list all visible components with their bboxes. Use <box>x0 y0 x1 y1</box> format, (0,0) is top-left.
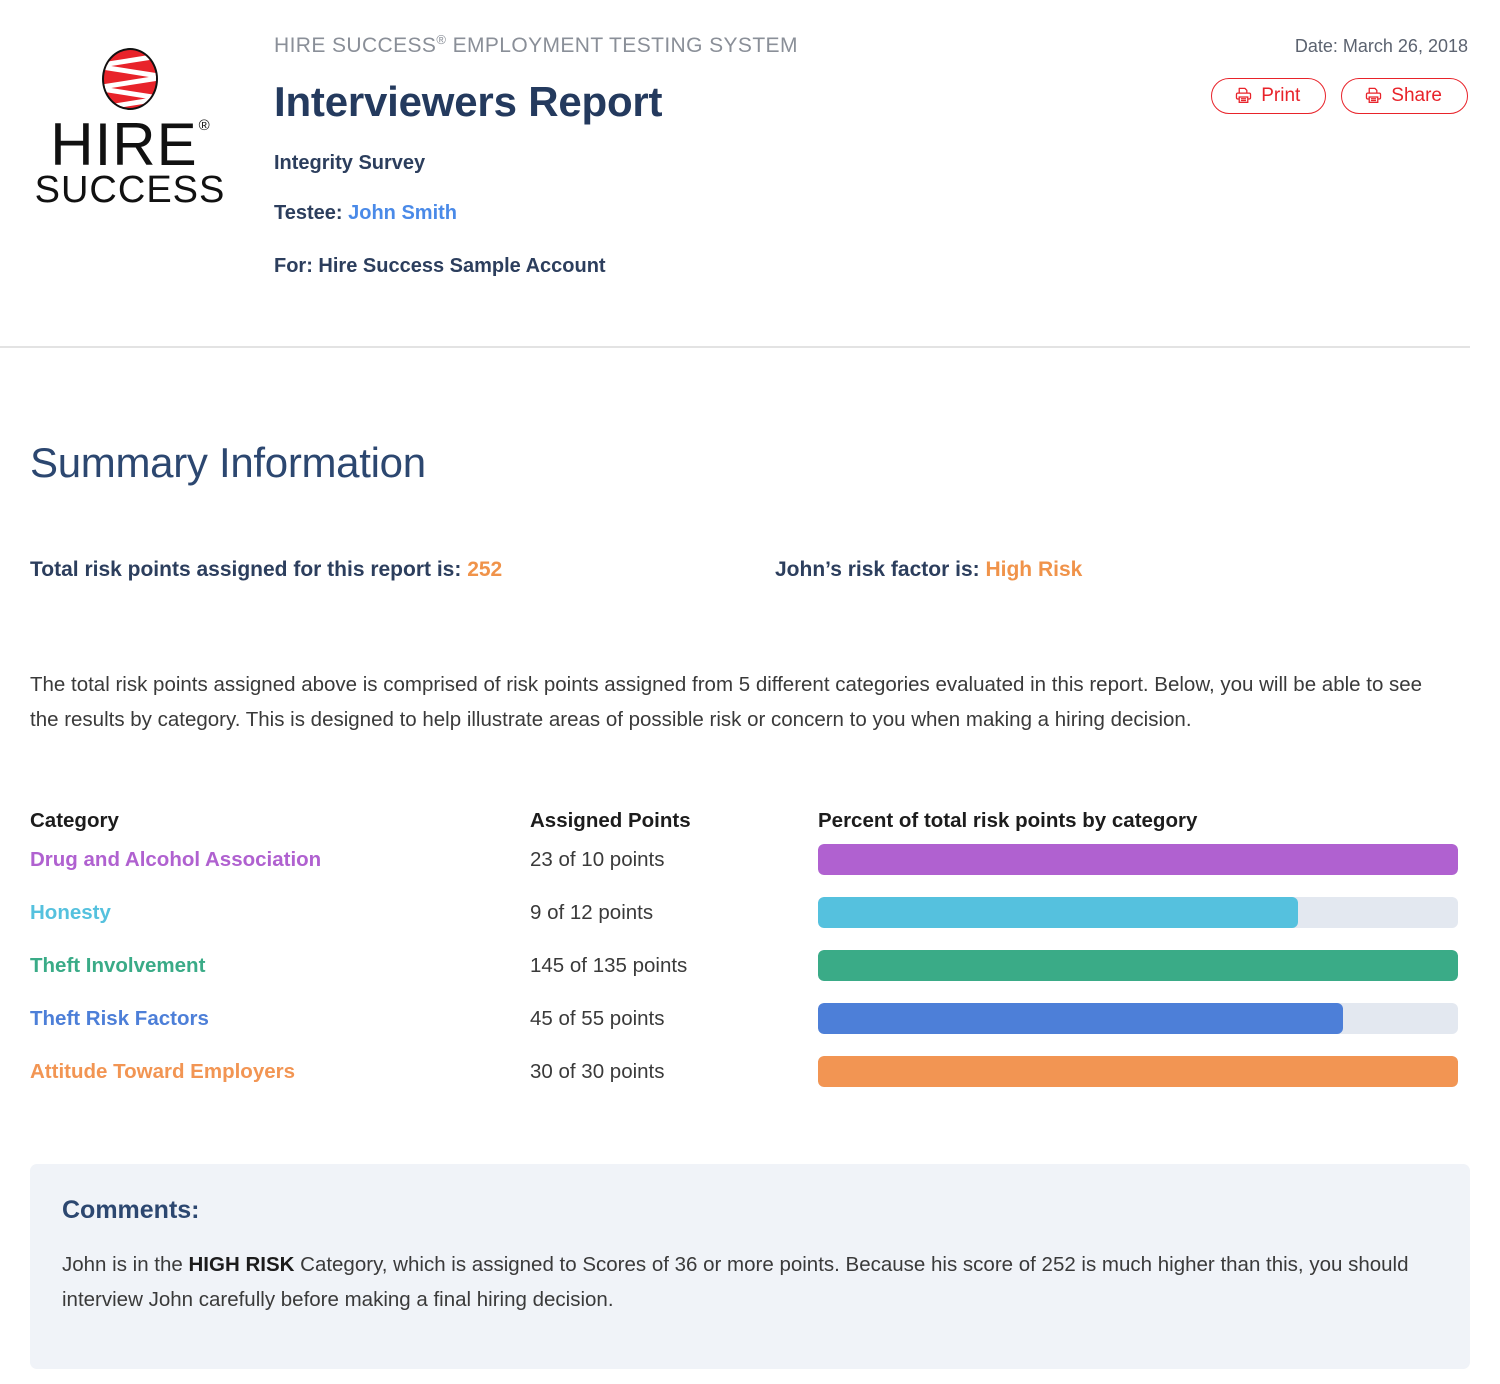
logo-registered-icon: ® <box>198 117 211 134</box>
share-button-label: Share <box>1391 85 1442 106</box>
comments-text: John is in the HIGH RISK Category, which… <box>62 1247 1442 1318</box>
risk-factor-stat: John’s risk factor is: High Risk <box>775 558 1082 582</box>
survey-name: Integrity Survey <box>274 152 426 174</box>
percent-bar-track <box>818 1003 1458 1034</box>
logo-wordmark-text: HIRE <box>50 111 198 178</box>
percent-bar-cell <box>818 844 1470 875</box>
percent-bar-cell <box>818 897 1470 928</box>
report-page: HIRE® SUCCESS HIRE SUCCESS® EMPLOYMENT T… <box>0 0 1500 1384</box>
comments-panel: Comments: John is in the HIGH RISK Categ… <box>30 1164 1470 1369</box>
header-text-block: HIRE SUCCESS® EMPLOYMENT TESTING SYSTEM … <box>274 32 798 278</box>
summary-section-title: Summary Information <box>30 439 426 486</box>
testee-line: Testee: John Smith <box>274 202 798 225</box>
percent-bar-cell <box>818 1003 1470 1034</box>
assigned-points-value: 45 of 55 points <box>530 1006 665 1030</box>
percent-bar-cell <box>818 950 1470 981</box>
table-row: Honesty 9 of 12 points <box>30 886 1470 939</box>
comments-title: Comments: <box>62 1196 200 1224</box>
table-row: Theft Involvement 145 of 135 points <box>30 939 1470 992</box>
report-date: Date: March 26, 2018 <box>1294 36 1468 56</box>
total-risk-points-stat: Total risk points assigned for this repo… <box>30 558 775 582</box>
assigned-points-value: 23 of 10 points <box>530 847 665 871</box>
percent-bar-track <box>818 950 1458 981</box>
testee-name-link[interactable]: John Smith <box>348 202 457 224</box>
percent-bar-fill <box>818 1003 1343 1034</box>
column-header-percent: Percent of total risk points by category <box>818 809 1198 832</box>
percent-bar-track <box>818 844 1458 875</box>
category-label[interactable]: Drug and Alcohol Association <box>30 848 530 872</box>
percent-bar-fill <box>818 1056 1458 1087</box>
total-risk-points-value: 252 <box>467 558 503 581</box>
printer-icon <box>1234 86 1253 105</box>
registered-icon: ® <box>436 32 447 47</box>
percent-bar-fill <box>818 844 1458 875</box>
hire-success-logo: HIRE® SUCCESS <box>35 48 224 213</box>
percent-bar-track <box>818 1056 1458 1087</box>
category-label[interactable]: Theft Risk Factors <box>30 1007 530 1031</box>
page-title: Interviewers Report <box>274 78 663 125</box>
system-line-prefix: HIRE SUCCESS <box>274 34 437 57</box>
table-header-row: Category Assigned Points Percent of tota… <box>30 809 1470 833</box>
share-button[interactable]: Share <box>1341 78 1468 114</box>
comments-emphasis: HIGH RISK <box>188 1253 295 1276</box>
percent-bar-fill <box>818 950 1458 981</box>
assigned-points-value: 145 of 135 points <box>530 953 688 977</box>
category-label[interactable]: Honesty <box>30 901 530 925</box>
header-divider <box>0 346 1470 348</box>
account-line: For: Hire Success Sample Account <box>274 255 606 277</box>
report-header: HIRE® SUCCESS HIRE SUCCESS® EMPLOYMENT T… <box>0 0 1500 348</box>
comments-text-before: John is in the <box>62 1253 189 1276</box>
system-line: HIRE SUCCESS® EMPLOYMENT TESTING SYSTEM <box>274 32 798 58</box>
total-risk-points-label: Total risk points assigned for this repo… <box>30 558 462 581</box>
table-body: Drug and Alcohol Association 23 of 10 poi… <box>30 833 1470 1098</box>
column-header-assigned-points: Assigned Points <box>530 809 691 832</box>
print-button-label: Print <box>1261 85 1301 106</box>
assigned-points-value: 9 of 12 points <box>530 900 654 924</box>
category-label[interactable]: Theft Involvement <box>30 954 530 978</box>
table-row: Attitude Toward Employers 30 of 30 points <box>30 1045 1470 1098</box>
risk-factor-label: John’s risk factor is: <box>775 558 980 581</box>
percent-bar-track <box>818 897 1458 928</box>
risk-category-table: Category Assigned Points Percent of tota… <box>30 809 1470 1098</box>
action-button-row: Print Share <box>1211 78 1468 114</box>
logo-orb-icon <box>102 48 158 110</box>
category-label[interactable]: Attitude Toward Employers <box>30 1060 530 1084</box>
logo-wordmark: HIRE® <box>50 115 211 175</box>
system-line-suffix: EMPLOYMENT TESTING SYSTEM <box>446 34 798 57</box>
table-row: Theft Risk Factors 45 of 55 points <box>30 992 1470 1045</box>
table-row: Drug and Alcohol Association 23 of 10 poi… <box>30 833 1470 886</box>
print-button[interactable]: Print <box>1211 78 1327 114</box>
testee-label: Testee: <box>274 202 343 224</box>
percent-bar-cell <box>818 1056 1470 1087</box>
risk-factor-value: High Risk <box>985 558 1083 581</box>
summary-intro-paragraph: The total risk points assigned above is … <box>30 673 1423 732</box>
percent-bar-fill <box>818 897 1298 928</box>
column-header-category: Category <box>30 809 119 832</box>
header-actions: Date: March 26, 2018 Print Share <box>1211 36 1468 114</box>
assigned-points-value: 30 of 30 points <box>530 1059 665 1083</box>
printer-share-icon <box>1364 86 1383 105</box>
summary-stats-row: Total risk points assigned for this repo… <box>30 558 1470 582</box>
